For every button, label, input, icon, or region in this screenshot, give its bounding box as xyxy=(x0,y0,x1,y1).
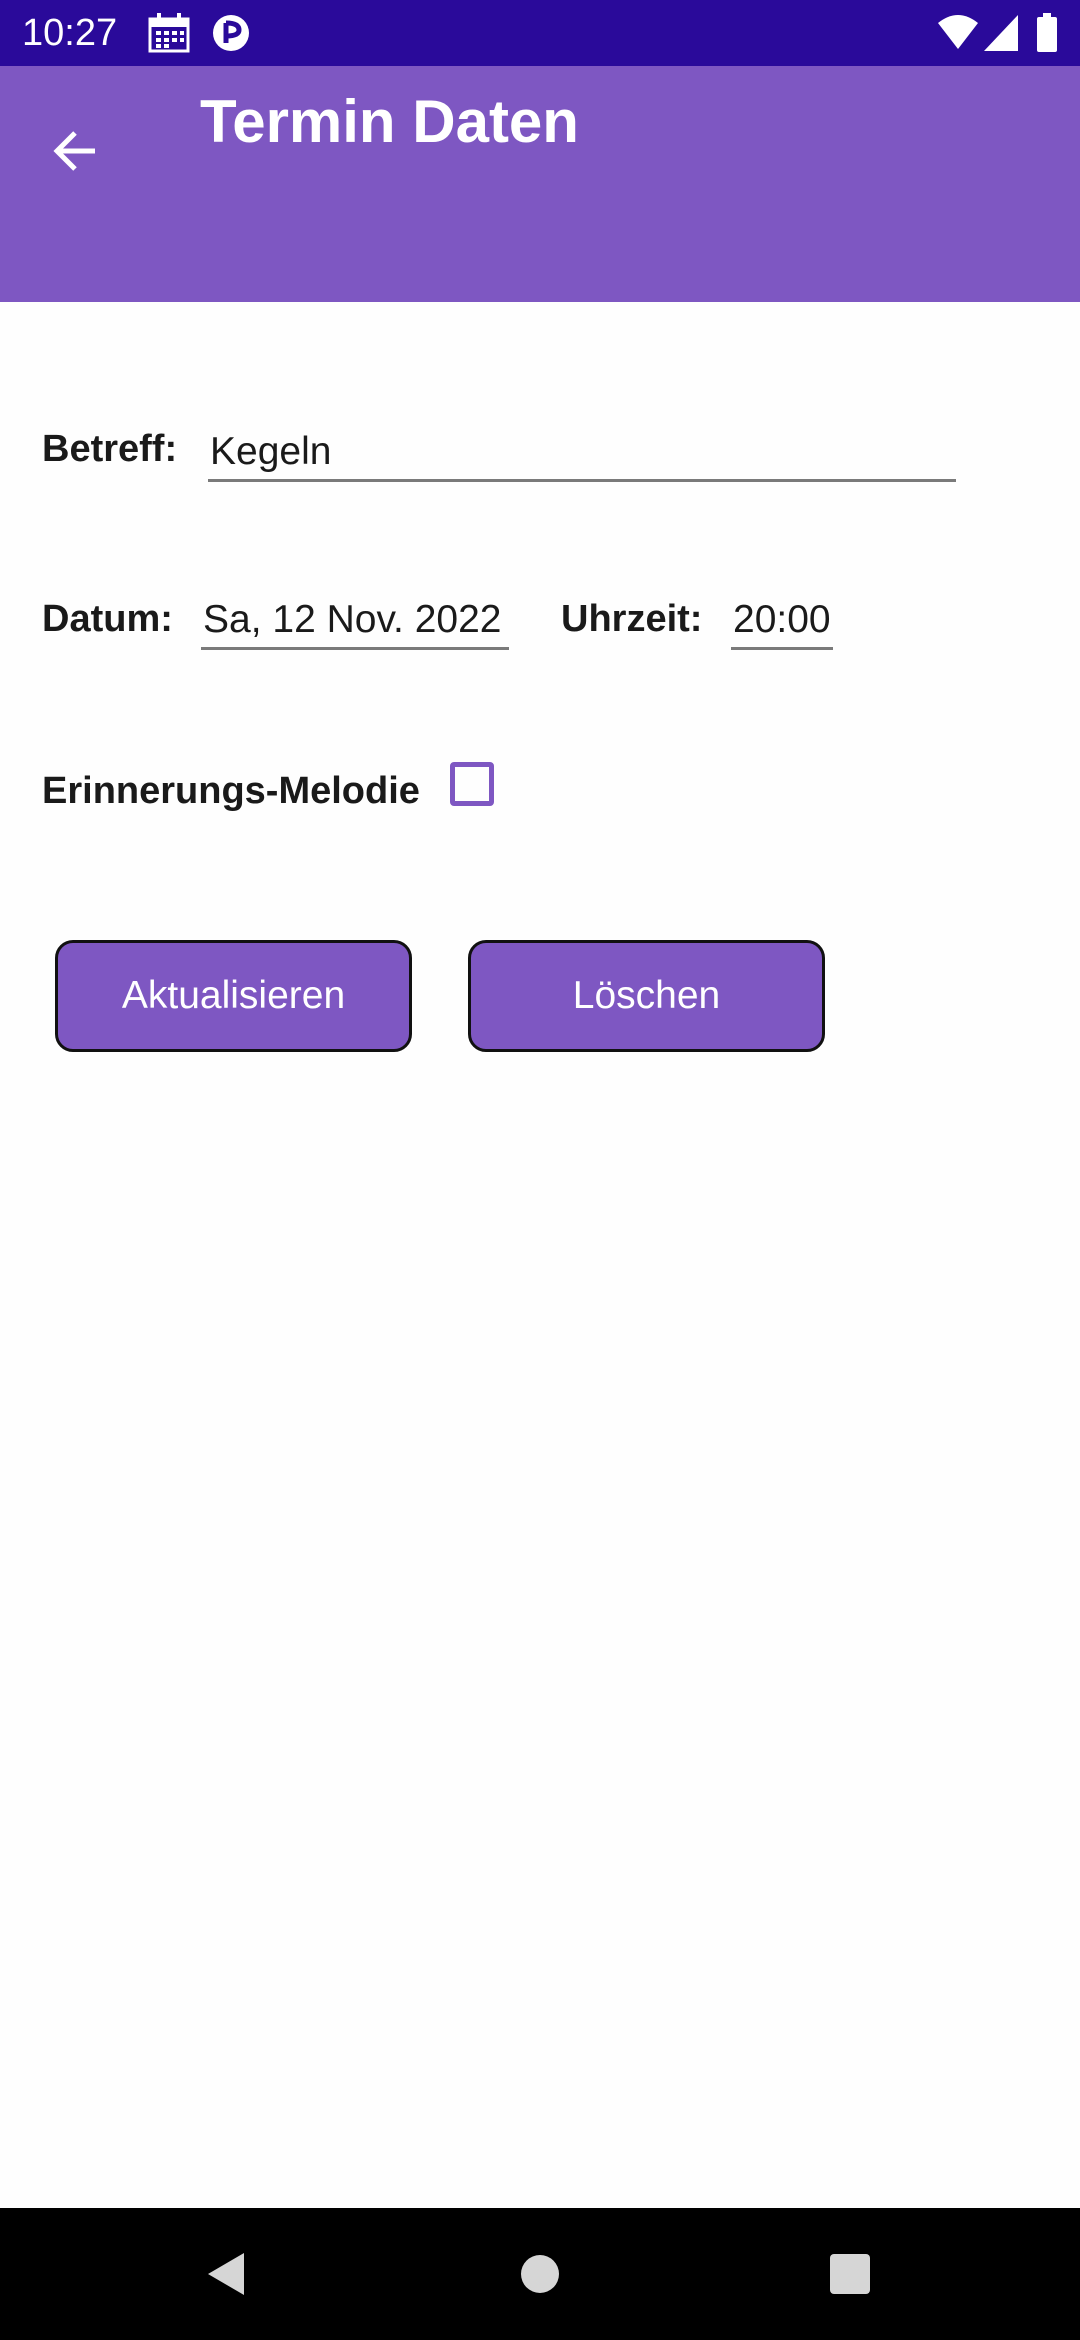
status-time: 10:27 xyxy=(22,12,118,54)
battery-icon xyxy=(1036,13,1058,58)
app-screen: 10:27 Termin Daten Betreff: Kegeln Datum… xyxy=(0,0,1080,2340)
wifi-icon xyxy=(936,13,980,58)
time-field[interactable]: 20:00 xyxy=(731,590,833,650)
status-bar: 10:27 xyxy=(0,0,1080,66)
nav-home-button[interactable] xyxy=(504,2238,576,2310)
page-title: Termin Daten xyxy=(200,88,579,155)
arrow-back-icon xyxy=(53,131,95,171)
navigation-bar xyxy=(0,2208,1080,2340)
nav-back-button[interactable] xyxy=(190,2238,262,2310)
nav-recents-icon xyxy=(830,2254,870,2294)
nav-home-icon xyxy=(521,2255,559,2293)
back-button[interactable] xyxy=(30,106,120,196)
app-bar: Termin Daten xyxy=(0,66,1080,302)
time-label: Uhrzeit: xyxy=(561,598,703,640)
date-label: Datum: xyxy=(42,598,173,640)
signal-icon xyxy=(982,13,1020,58)
update-button[interactable]: Aktualisieren xyxy=(55,940,412,1052)
nav-recents-button[interactable] xyxy=(814,2238,886,2310)
reminder-checkbox[interactable] xyxy=(450,762,494,806)
delete-button[interactable]: Löschen xyxy=(468,940,825,1052)
calendar-icon xyxy=(148,13,190,58)
reminder-label: Erinnerungs-Melodie xyxy=(42,770,420,812)
subject-input[interactable]: Kegeln xyxy=(208,422,956,482)
nav-back-icon xyxy=(208,2253,244,2295)
subject-label: Betreff: xyxy=(42,428,178,470)
app-notification-icon xyxy=(211,13,251,58)
date-field[interactable]: Sa, 12 Nov. 2022 xyxy=(201,590,509,650)
